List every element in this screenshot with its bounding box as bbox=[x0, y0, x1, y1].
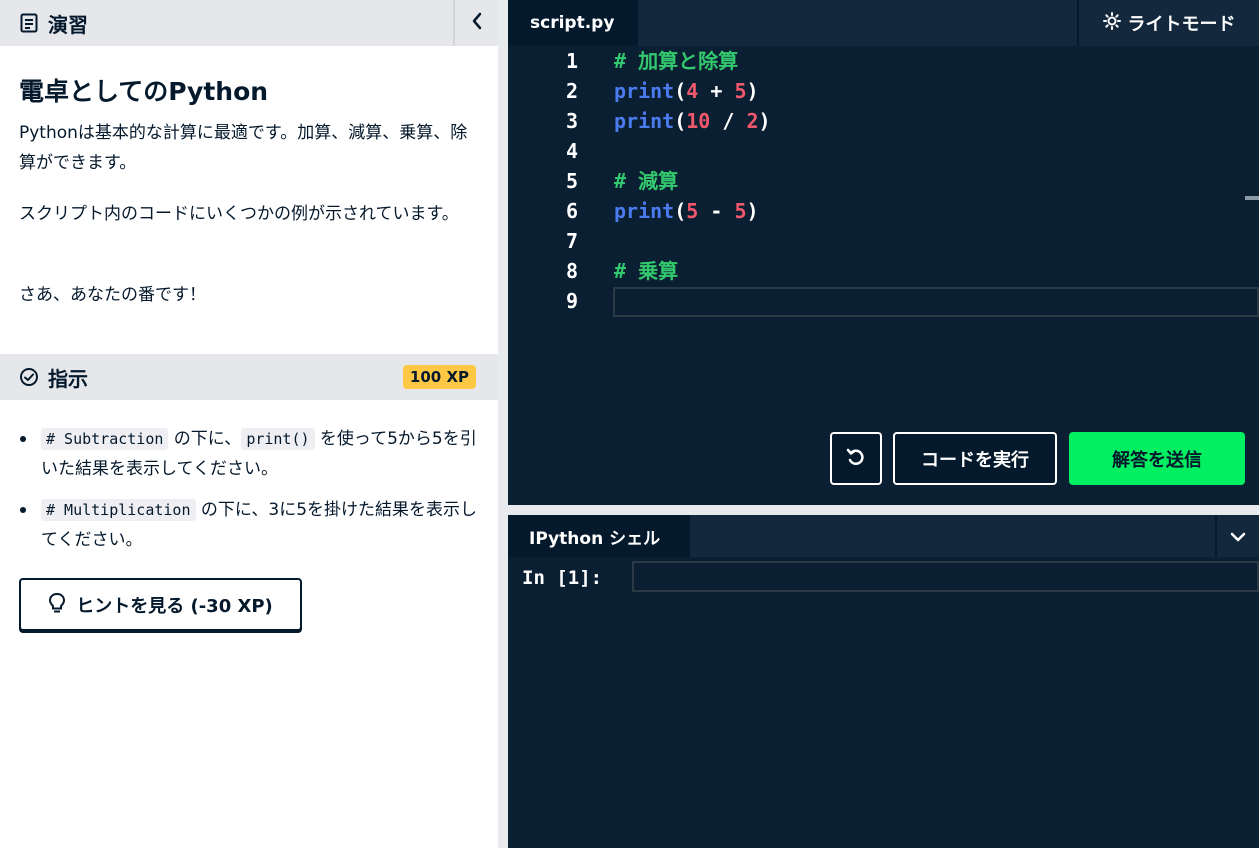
ipython-shell: IPython シェル In [1]: bbox=[508, 515, 1259, 848]
instructions-header-title: 指示 bbox=[48, 366, 88, 391]
exercise-description: さあ、あなたの番です！ bbox=[19, 285, 206, 305]
code-function: print bbox=[614, 109, 675, 133]
light-mode-toggle[interactable]: ライトモード bbox=[1077, 0, 1259, 46]
code-number: 5 bbox=[734, 199, 747, 223]
code-comment: # 乗算 bbox=[614, 259, 679, 283]
line-number: 9 bbox=[565, 289, 578, 313]
chevron-left-icon bbox=[471, 12, 483, 34]
collapse-panel-button[interactable] bbox=[453, 0, 498, 46]
code-line: 2 print(4 + 5) bbox=[508, 76, 1259, 106]
chevron-down-icon bbox=[1230, 527, 1246, 546]
inline-code: print() bbox=[241, 428, 315, 450]
code-number: 5 bbox=[734, 79, 747, 103]
sun-icon bbox=[1102, 11, 1121, 35]
line-number: 1 bbox=[565, 49, 578, 73]
light-mode-label: ライトモード bbox=[1127, 14, 1236, 35]
instruction-list: # Subtraction の下に、 print() を使って5から5を引いた結果… bbox=[19, 424, 479, 566]
code-operator: + bbox=[698, 79, 735, 103]
code-operator: - bbox=[698, 199, 735, 223]
code-comment: # 減算 bbox=[614, 169, 679, 193]
exercise-header: 演習 bbox=[0, 0, 498, 46]
code-paren: ) bbox=[746, 79, 759, 103]
code-editor: script.py ライトモード 1 # 加算と除算 2 print(4 + 5… bbox=[508, 0, 1259, 505]
reset-button[interactable] bbox=[830, 432, 882, 485]
code-line: 8 # 乗算 bbox=[508, 256, 1259, 286]
exercise-description: スクリプト内のコードにいくつかの例が示されています。 bbox=[19, 204, 459, 224]
instructions-header: 指示 100 XP bbox=[0, 354, 498, 400]
exercise-panel: 演習 電卓としてのPython Pythonは基本的な計算に最適です。加算、減算… bbox=[0, 0, 498, 848]
tab-ipython-shell[interactable]: IPython シェル bbox=[508, 515, 690, 557]
code-function: print bbox=[614, 199, 675, 223]
code-function: print bbox=[614, 79, 675, 103]
editor-tab-bar: script.py ライトモード bbox=[508, 0, 1259, 46]
panel-resize-handle[interactable] bbox=[498, 0, 508, 848]
run-code-button[interactable]: コードを実行 bbox=[893, 432, 1057, 485]
inline-code: # Subtraction bbox=[41, 428, 169, 450]
submit-answer-button[interactable]: 解答を送信 bbox=[1069, 432, 1245, 485]
code-number: 4 bbox=[686, 79, 699, 103]
code-paren: ( bbox=[674, 79, 687, 103]
code-line: 4 bbox=[508, 136, 1259, 166]
code-number: 5 bbox=[686, 199, 699, 223]
check-circle-icon bbox=[18, 366, 40, 388]
code-operator: / bbox=[710, 109, 747, 133]
code-line: 5 # 減算 bbox=[508, 166, 1259, 196]
editor-shell-resize-handle[interactable] bbox=[508, 505, 1259, 515]
line-number: 4 bbox=[565, 139, 578, 163]
instruction-item: # Subtraction の下に、 print() を使って5から5を引いた結果… bbox=[19, 424, 479, 484]
code-paren: ( bbox=[674, 199, 687, 223]
line-number: 3 bbox=[565, 109, 578, 133]
code-line: 3 print(10 / 2) bbox=[508, 106, 1259, 136]
instruction-text: の下に、 bbox=[168, 429, 242, 449]
code-number: 10 bbox=[686, 109, 711, 133]
code-paren: ) bbox=[746, 199, 759, 223]
show-hint-button[interactable]: ヒントを見る (-30 XP) bbox=[19, 578, 302, 631]
line-number: 7 bbox=[565, 229, 578, 253]
xp-badge: 100 XP bbox=[402, 365, 476, 389]
tab-script-py[interactable]: script.py bbox=[508, 0, 638, 46]
inline-code: # Multiplication bbox=[41, 499, 196, 521]
line-number: 8 bbox=[565, 259, 578, 283]
shell-input[interactable] bbox=[632, 561, 1259, 592]
line-number: 5 bbox=[565, 169, 578, 193]
code-line: 1 # 加算と除算 bbox=[508, 46, 1259, 76]
hint-button-label: ヒントを見る (-30 XP) bbox=[76, 595, 273, 617]
line-number: 6 bbox=[565, 199, 578, 223]
code-line: 7 bbox=[508, 226, 1259, 256]
code-comment: # 加算と除算 bbox=[614, 49, 739, 73]
lightbulb-icon bbox=[48, 592, 66, 618]
line-number: 2 bbox=[565, 79, 578, 103]
code-paren: ) bbox=[758, 109, 771, 133]
instruction-item: # Multiplication の下に、3に5を掛けた結果を表示してください。 bbox=[19, 495, 479, 555]
shell-tab-bar: IPython シェル bbox=[508, 515, 1259, 557]
shell-prompt: In [1]: bbox=[522, 567, 603, 589]
exercise-description: Pythonは基本的な計算に最適です。加算、減算、乗算、除算ができます。 bbox=[19, 123, 468, 173]
exercise-header-title: 演習 bbox=[48, 12, 88, 37]
collapse-shell-button[interactable] bbox=[1215, 515, 1259, 557]
code-number: 2 bbox=[746, 109, 759, 133]
code-line: 6 print(5 - 5) bbox=[508, 196, 1259, 226]
list-icon bbox=[18, 12, 40, 34]
reset-icon bbox=[845, 446, 867, 472]
exercise-title: 電卓としてのPython bbox=[19, 77, 269, 106]
code-paren: ( bbox=[674, 109, 687, 133]
code-line: 9 bbox=[508, 286, 1259, 316]
